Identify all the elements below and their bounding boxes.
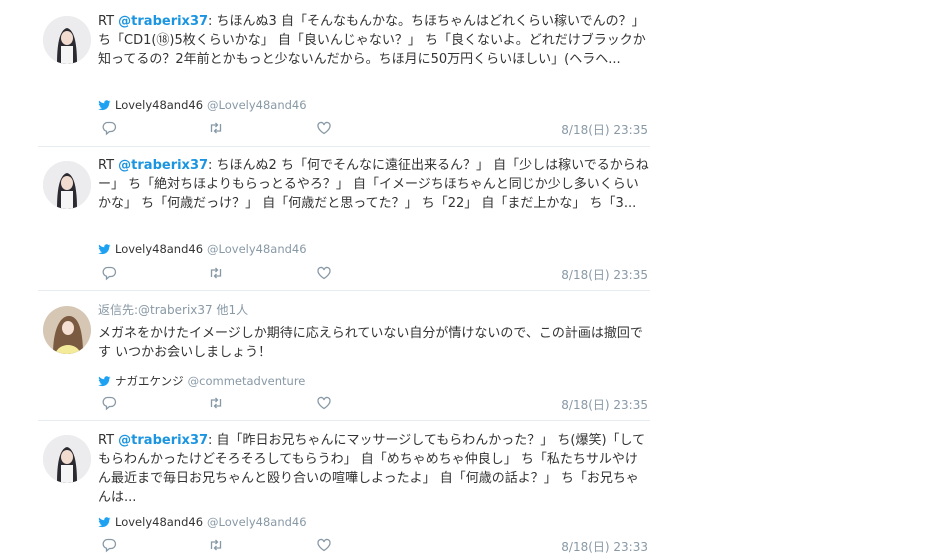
reply-icon[interactable] bbox=[101, 265, 117, 281]
retweet-icon[interactable] bbox=[208, 395, 224, 411]
tweet-source[interactable]: Lovely48and46 @Lovely48and46 bbox=[98, 98, 307, 112]
source-name: ナガエケンジ bbox=[115, 374, 184, 388]
retweet-icon[interactable] bbox=[208, 537, 224, 553]
reply-to-label[interactable]: 返信先:@traberix37 他1人 bbox=[98, 301, 650, 320]
retweet-prefix: RT bbox=[98, 158, 115, 173]
source-name: Lovely48and46 bbox=[115, 515, 204, 529]
retweet-icon[interactable] bbox=[208, 265, 224, 281]
tweet-actions: 8/18(日) 23:35 bbox=[98, 395, 650, 413]
tweet-actions: 8/18(日) 23:35 bbox=[98, 265, 650, 283]
tweet-text: RT @traberix37: ちほんぬ3 自「そんなもんかな。ちほちゃんはどれ… bbox=[98, 12, 650, 69]
source-handle: @Lovely48and46 bbox=[207, 515, 307, 529]
retweet-prefix: RT bbox=[98, 14, 115, 29]
tweet-item[interactable]: RT @traberix37: ちほんぬ2 ち「何でそんなに遠征出来るん？」 自… bbox=[38, 147, 650, 291]
tweet-source[interactable]: ナガエケンジ @commetadventure bbox=[98, 373, 305, 389]
twitter-bird-icon bbox=[98, 375, 111, 386]
tweet-text: RT @traberix37: 自「昨日お兄ちゃんにマッサージしてもらわんかった… bbox=[98, 431, 650, 507]
tweet-text: メガネをかけたイメージしか期待に応えられていない自分が情けないので、この計画は撤… bbox=[98, 326, 643, 360]
tweet-actions: 8/18(日) 23:35 bbox=[98, 120, 650, 138]
reply-icon[interactable] bbox=[101, 120, 117, 136]
like-icon[interactable] bbox=[316, 395, 332, 411]
reply-icon[interactable] bbox=[101, 395, 117, 411]
source-handle: @commetadventure bbox=[187, 374, 306, 388]
retweet-prefix: RT bbox=[98, 433, 115, 448]
tweet-text: RT @traberix37: ちほんぬ2 ち「何でそんなに遠征出来るん？」 自… bbox=[98, 156, 650, 213]
tweet-item[interactable]: RT @traberix37: 自「昨日お兄ちゃんにマッサージしてもらわんかった… bbox=[38, 421, 650, 554]
tweet-actions: 8/18(日) 23:33 bbox=[98, 537, 650, 555]
source-handle: @Lovely48and46 bbox=[207, 242, 307, 256]
source-name: Lovely48and46 bbox=[115, 98, 204, 112]
tweet-timestamp[interactable]: 8/18(日) 23:33 bbox=[561, 538, 648, 555]
avatar[interactable] bbox=[43, 161, 91, 209]
tweet-item[interactable]: 返信先:@traberix37 他1人 メガネをかけたイメージしか期待に応えられ… bbox=[38, 291, 650, 421]
avatar[interactable] bbox=[43, 16, 91, 64]
mention-link[interactable]: @traberix37 bbox=[118, 433, 208, 448]
like-icon[interactable] bbox=[316, 265, 332, 281]
retweet-icon[interactable] bbox=[208, 120, 224, 136]
mention-link[interactable]: @traberix37 bbox=[118, 158, 208, 173]
source-name: Lovely48and46 bbox=[115, 242, 204, 256]
like-icon[interactable] bbox=[316, 120, 332, 136]
tweet-feed: RT @traberix37: ちほんぬ3 自「そんなもんかな。ちほちゃんはどれ… bbox=[38, 0, 650, 554]
source-handle: @Lovely48and46 bbox=[207, 98, 307, 112]
tweet-source[interactable]: Lovely48and46 @Lovely48and46 bbox=[98, 242, 307, 256]
mention-link[interactable]: @traberix37 bbox=[118, 14, 208, 29]
like-icon[interactable] bbox=[316, 537, 332, 553]
twitter-bird-icon bbox=[98, 99, 111, 110]
avatar[interactable] bbox=[43, 435, 91, 483]
tweet-timestamp[interactable]: 8/18(日) 23:35 bbox=[561, 121, 648, 138]
tweet-timestamp[interactable]: 8/18(日) 23:35 bbox=[561, 396, 648, 413]
reply-icon[interactable] bbox=[101, 537, 117, 553]
twitter-bird-icon bbox=[98, 516, 111, 527]
twitter-bird-icon bbox=[98, 243, 111, 254]
avatar[interactable] bbox=[43, 306, 91, 354]
tweet-source[interactable]: Lovely48and46 @Lovely48and46 bbox=[98, 515, 307, 529]
tweet-timestamp[interactable]: 8/18(日) 23:35 bbox=[561, 266, 648, 283]
tweet-item[interactable]: RT @traberix37: ちほんぬ3 自「そんなもんかな。ちほちゃんはどれ… bbox=[38, 0, 650, 147]
